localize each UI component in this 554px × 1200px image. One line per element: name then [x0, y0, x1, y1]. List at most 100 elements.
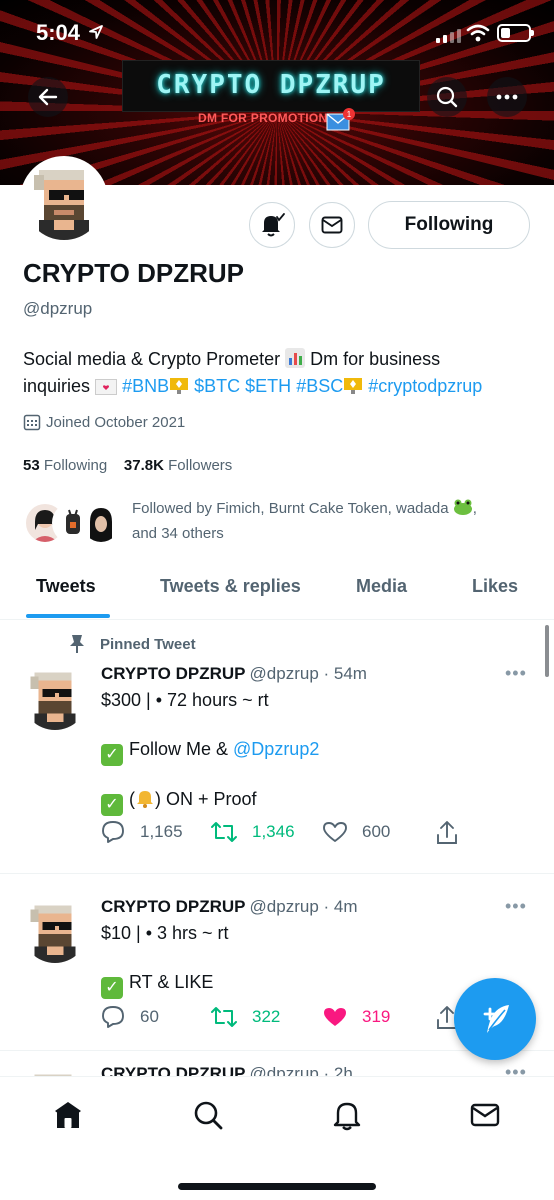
like-icon: [323, 822, 347, 842]
tweet-avatar[interactable]: [22, 664, 88, 730]
pin-icon: [70, 635, 84, 653]
banner-logo: CRYPTO DPZRUP: [122, 60, 420, 112]
pixel-avatar-image: [22, 664, 88, 730]
reply-count: 1,165: [140, 822, 183, 841]
home-icon: [55, 1102, 81, 1128]
bell-emoji-icon: [137, 791, 153, 808]
like-button[interactable]: 319: [322, 1005, 390, 1029]
pinned-tweet-label: Pinned Tweet: [68, 634, 196, 654]
tweet-text-line: ✓ Follow Me & @Dpzrup2: [101, 739, 319, 766]
following-button[interactable]: Following: [368, 201, 530, 249]
tweet-author-name[interactable]: CRYPTO DPZRUP: [101, 897, 246, 916]
like-filled-icon: [324, 1008, 346, 1026]
retweet-icon: [211, 822, 237, 842]
back-button[interactable]: [28, 77, 68, 117]
reply-button[interactable]: 1,165: [100, 820, 183, 844]
tweet-text-line: ✓ RT & LIKE: [101, 972, 213, 999]
check-mark-icon: ✓: [101, 744, 123, 766]
tab-media[interactable]: Media: [356, 576, 407, 597]
retweet-count: 1,346: [252, 822, 295, 841]
check-mark-icon: ✓: [101, 977, 123, 999]
hashtag-bsc-link[interactable]: #BSC: [296, 376, 343, 396]
tweet-header: CRYPTO DPZRUP @dpzrup · 4m: [101, 897, 358, 917]
reply-icon: [102, 1006, 124, 1028]
calendar-icon: [23, 414, 41, 431]
followed-by-text[interactable]: Followed by Fimich, Burnt Cake Token, wa…: [132, 496, 532, 546]
reply-button[interactable]: 60: [100, 1005, 159, 1029]
frog-emoji-icon: [453, 499, 472, 515]
tweet-text-line: $300 | • 72 hours ~ rt: [101, 690, 269, 710]
bottom-navigation: [0, 1076, 554, 1200]
profile-bio: Social media & Crypto Prometer Dm for bu…: [23, 346, 538, 400]
more-icon: [496, 94, 518, 100]
joined-text: Joined October 2021: [46, 413, 186, 431]
status-time: 5:04: [36, 20, 81, 45]
nav-search[interactable]: [190, 1097, 226, 1133]
tab-likes[interactable]: Likes: [472, 576, 518, 597]
message-button[interactable]: [309, 202, 355, 248]
envelope-badge-icon: 1: [326, 108, 355, 131]
search-button[interactable]: [427, 77, 467, 117]
tweet-more-button[interactable]: •••: [505, 896, 527, 917]
joined-date: Joined October 2021: [23, 413, 185, 431]
battery-icon: [497, 24, 534, 42]
reply-count: 60: [140, 1007, 159, 1026]
notifications-icon: [333, 1102, 361, 1131]
share-button[interactable]: [435, 820, 459, 846]
tweet-author-name[interactable]: CRYPTO DPZRUP: [101, 664, 246, 683]
love-letter-emoji-icon: [95, 379, 118, 395]
tweet-text: RT & LIKE: [129, 972, 214, 992]
hashtag-bnb-link[interactable]: #BNB: [122, 376, 169, 396]
cell-signal-icon: [436, 27, 461, 43]
like-button[interactable]: 600: [322, 820, 390, 844]
mail-icon: [321, 216, 343, 234]
profile-banner[interactable]: 5:04 CRYPTO DPZRUP DM FOR PROMOTION 1: [0, 0, 554, 185]
cashtag-eth-link[interactable]: $ETH: [245, 376, 291, 396]
follow-stats: 53 Following 37.8K Followers: [23, 457, 232, 474]
compose-tweet-button[interactable]: [454, 978, 536, 1060]
tab-tweets-replies[interactable]: Tweets & replies: [160, 576, 301, 597]
nav-messages[interactable]: [467, 1097, 503, 1133]
wifi-icon: [466, 24, 490, 42]
bio-text: inquiries: [23, 376, 91, 396]
followers-count-link[interactable]: 37.8K Followers: [124, 457, 232, 474]
bnb-coin-emoji-icon: [344, 378, 363, 394]
mention-link[interactable]: @Dpzrup2: [233, 739, 319, 759]
banner-logo-text: CRYPTO DPZRUP: [156, 70, 386, 100]
like-count: 600: [362, 822, 391, 841]
hashtag-cryptodpzrup-link[interactable]: #cryptodpzrup: [368, 376, 482, 396]
bar-chart-emoji-icon: [285, 348, 306, 368]
pixel-avatar-image: [24, 160, 104, 240]
retweet-button[interactable]: 1,346: [210, 820, 295, 844]
profile-handle: @dpzrup: [23, 299, 93, 318]
tab-tweets[interactable]: Tweets: [36, 576, 96, 597]
following-count: 53: [23, 457, 40, 474]
location-arrow-icon: [89, 25, 103, 39]
scrollbar[interactable]: [545, 625, 549, 677]
home-indicator[interactable]: [178, 1183, 376, 1190]
tweet-text: ) ON + Proof: [155, 789, 257, 809]
tweet-more-button[interactable]: •••: [505, 663, 527, 684]
bnb-coin-emoji-icon: [170, 378, 189, 394]
share-icon: [437, 821, 457, 844]
nav-home[interactable]: [50, 1097, 86, 1133]
tweet-actions: 1,165 1,346 600: [100, 820, 480, 850]
followers-count: 37.8K: [123, 457, 164, 474]
notifications-toggle-button[interactable]: [249, 202, 295, 248]
tweet-actions: 60 322 319: [100, 1005, 480, 1035]
followed-by-avatars[interactable]: [24, 502, 124, 544]
following-count-link[interactable]: 53 Following: [23, 457, 107, 474]
pinned-text: Pinned Tweet: [100, 635, 196, 653]
tweet-text: Follow Me &: [129, 739, 234, 759]
nav-notifications[interactable]: [329, 1097, 365, 1133]
cashtag-btc-link[interactable]: $BTC: [194, 376, 240, 396]
profile-avatar[interactable]: [20, 156, 108, 244]
follower-avatar: [80, 502, 122, 544]
followers-label: Followers: [168, 457, 233, 474]
search-icon: [194, 1101, 223, 1130]
tweet-header: CRYPTO DPZRUP @dpzrup · 54m: [101, 664, 367, 684]
tweet-avatar[interactable]: [22, 897, 88, 963]
retweet-button[interactable]: 322: [210, 1005, 280, 1029]
check-mark-icon: ✓: [101, 794, 123, 816]
more-button[interactable]: [487, 77, 527, 117]
